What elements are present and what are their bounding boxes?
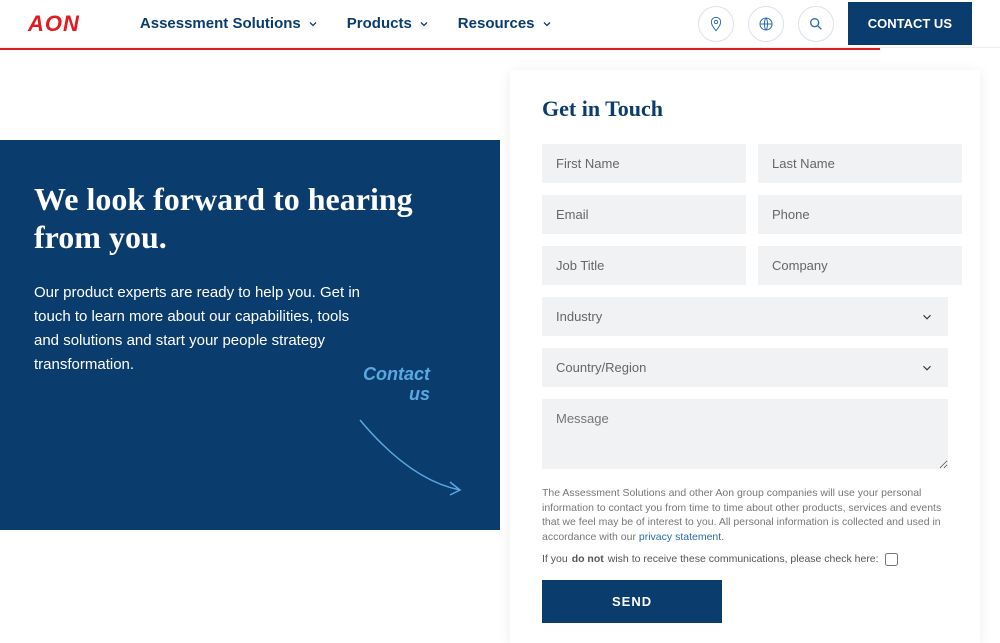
location-icon — [708, 16, 724, 32]
optout-checkbox[interactable] — [885, 553, 898, 566]
hero-body: Our product experts are ready to help yo… — [34, 281, 364, 377]
callout-line2: us — [409, 384, 430, 404]
message-textarea[interactable] — [542, 399, 948, 469]
main-content: We look forward to hearing from you. Our… — [0, 50, 1000, 600]
form-title: Get in Touch — [542, 96, 948, 122]
optout-prefix: If you — [542, 553, 568, 565]
hero-title: We look forward to hearing from you. — [34, 180, 466, 257]
chevron-down-icon — [920, 310, 934, 324]
nav-label: Assessment Solutions — [140, 15, 301, 32]
industry-label: Industry — [556, 309, 602, 324]
arrow-icon — [350, 410, 470, 500]
send-button[interactable]: SEND — [542, 580, 722, 623]
nav-item-products[interactable]: Products — [347, 15, 430, 32]
contact-us-button[interactable]: CONTACT US — [848, 2, 972, 45]
header-utilities: CONTACT US — [698, 2, 972, 45]
callout-line1: Contact — [363, 364, 430, 384]
nav-item-assessment[interactable]: Assessment Solutions — [140, 15, 319, 32]
chevron-down-icon — [307, 18, 319, 30]
optout-suffix: wish to receive these communications, pl… — [608, 553, 879, 565]
globe-icon — [758, 16, 774, 32]
globe-button[interactable] — [748, 6, 784, 42]
optout-bold: do not — [572, 553, 604, 565]
email-input[interactable] — [542, 195, 746, 234]
phone-input[interactable] — [758, 195, 962, 234]
site-header: AON Assessment Solutions Products Resour… — [0, 0, 1000, 48]
first-name-input[interactable] — [542, 144, 746, 183]
company-input[interactable] — [758, 246, 962, 285]
chevron-down-icon — [418, 18, 430, 30]
chevron-down-icon — [541, 18, 553, 30]
contact-us-callout: Contact us — [363, 365, 430, 405]
nav-item-resources[interactable]: Resources — [458, 15, 553, 32]
last-name-input[interactable] — [758, 144, 962, 183]
privacy-statement-link[interactable]: privacy statement — [639, 531, 721, 543]
chevron-down-icon — [920, 361, 934, 375]
location-button[interactable] — [698, 6, 734, 42]
search-icon — [808, 16, 824, 32]
brand-logo: AON — [28, 11, 80, 37]
disclaimer-text: The Assessment Solutions and other Aon g… — [542, 487, 941, 543]
nav-label: Products — [347, 15, 412, 32]
country-label: Country/Region — [556, 360, 646, 375]
job-title-input[interactable] — [542, 246, 746, 285]
main-nav: Assessment Solutions Products Resources — [140, 15, 553, 32]
nav-label: Resources — [458, 15, 535, 32]
privacy-disclaimer: The Assessment Solutions and other Aon g… — [542, 486, 948, 545]
contact-form: Get in Touch Industry Country/Region — [510, 70, 980, 643]
optout-row: If you do not wish to receive these comm… — [542, 553, 948, 566]
industry-select[interactable]: Industry — [542, 297, 948, 336]
search-button[interactable] — [798, 6, 834, 42]
hero-panel: We look forward to hearing from you. Our… — [0, 140, 500, 530]
country-select[interactable]: Country/Region — [542, 348, 948, 387]
